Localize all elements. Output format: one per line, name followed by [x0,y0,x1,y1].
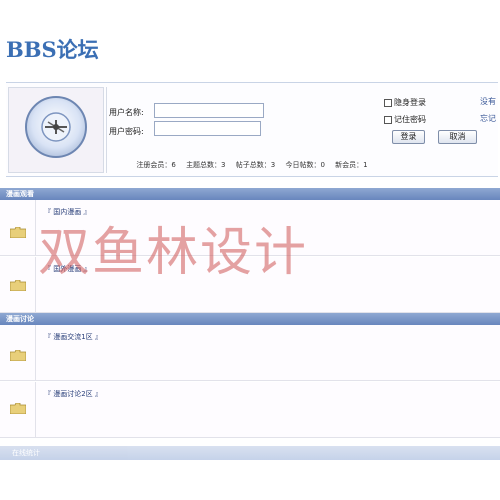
forum-stats: 注册会员：6 主题总数：3 帖子总数：3 今日帖数：0 新会员：1 [6,160,498,170]
folder-cell [0,325,36,380]
checkbox-icon [384,115,392,124]
folder-cell [0,382,36,437]
cancel-button[interactable]: 取消 [438,130,477,144]
folder-icon [10,280,26,291]
site-logo: BBS论坛 [6,37,99,62]
register-link[interactable]: 没有 [480,96,496,107]
username-input[interactable] [154,103,264,118]
forum-page: BBS论坛 用户名称: 用户密码: 隐身登录 记住密码 登录 取消 没有 忘记 … [0,0,500,500]
stat-today: 今日帖数：0 [285,161,325,169]
folder-cell [0,200,36,255]
category-header: 漫画讨论 [0,313,500,325]
stat-newest: 新会员：1 [335,161,368,169]
stat-registered: 注册会员：6 [136,161,176,169]
forgot-link[interactable]: 忘记 [480,113,496,124]
forum-row[interactable]: 『 国外漫画 』 [0,257,500,313]
password-label: 用户密码: [109,127,144,136]
footer-label: 在线统计 [12,449,40,457]
folder-icon [10,403,26,414]
avatar-icon [25,96,87,158]
online-stats-bar: 在线统计 [0,446,500,460]
category-header: 漫画观看 [0,188,500,200]
checkbox-icon [384,98,392,107]
forum-link[interactable]: 『 国内漫画 』 [44,207,90,217]
hide-login-checkbox[interactable]: 隐身登录 [384,97,426,108]
folder-icon [10,350,26,361]
remember-password-checkbox[interactable]: 记住密码 [384,114,426,125]
stat-posts: 帖子总数：3 [235,161,276,169]
login-button[interactable]: 登录 [392,130,425,144]
forum-link[interactable]: 『 漫画交流1区 』 [44,332,102,342]
username-label: 用户名称: [109,108,144,117]
stat-topics: 主题总数：3 [186,161,226,169]
folder-icon [10,227,26,238]
remember-label: 记住密码 [394,115,426,124]
forum-row[interactable]: 『 漫画交流1区 』 [0,325,500,381]
hide-login-label: 隐身登录 [394,98,426,107]
forum-link[interactable]: 『 漫画讨论2区 』 [44,389,102,399]
forum-row[interactable]: 『 国内漫画 』 [0,200,500,256]
folder-cell [0,257,36,312]
forum-row[interactable]: 『 漫画讨论2区 』 [0,382,500,438]
forum-link[interactable]: 『 国外漫画 』 [44,264,90,274]
password-input[interactable] [154,121,261,136]
